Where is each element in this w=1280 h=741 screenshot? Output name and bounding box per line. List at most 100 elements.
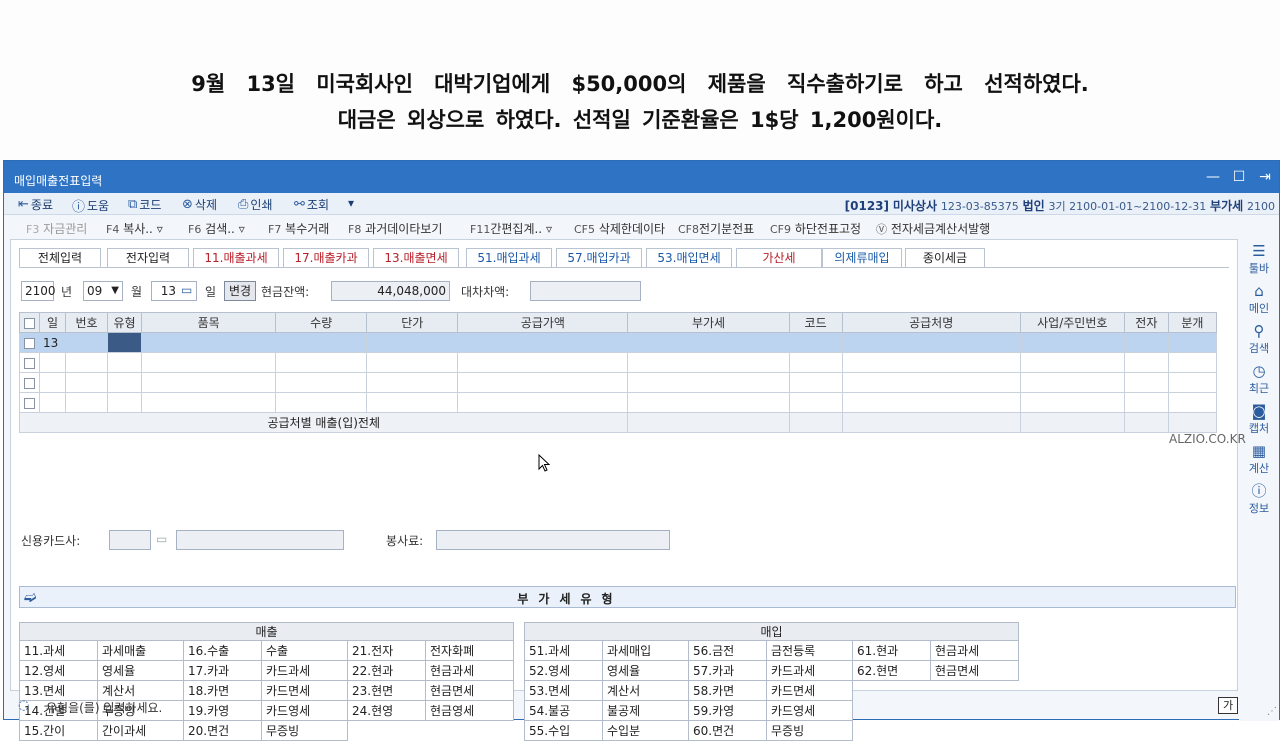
tab-penalty[interactable]: 가산세: [736, 248, 822, 268]
resize-grip-icon[interactable]: ⋰: [1267, 706, 1277, 717]
memo-icon[interactable]: ▭: [156, 532, 167, 546]
camera-icon: ◙: [1251, 402, 1267, 420]
fkey-etax-issue[interactable]: Ⓥ 전자세금계산서발행: [876, 220, 990, 237]
fkey-f3-fund[interactable]: F3 자금관리: [26, 220, 87, 237]
table-row[interactable]: [18, 372, 1218, 393]
chevron-down-icon: ▿: [156, 222, 163, 236]
fkey-cf8-prior[interactable]: CF8전기분전표: [678, 220, 754, 237]
summary-row: 공급처별 매출(입)전체: [18, 412, 1218, 433]
menu-icon: ☰: [1252, 242, 1266, 260]
tab-deemed-purchase[interactable]: 의제류매입: [822, 248, 902, 268]
vat-desc-cell: 영세율: [97, 660, 184, 681]
tab-purchase-exempt[interactable]: 53.매입면세: [646, 248, 732, 268]
vat-desc-cell: 무증빙: [261, 720, 348, 741]
sales-type-row: 12.영세 영세율 17.카과 카드과세 22.현과 현금과세: [19, 660, 515, 681]
mouse-cursor-icon: [538, 454, 550, 472]
chevron-down-icon: ▼: [111, 285, 119, 296]
type-cell[interactable]: [107, 332, 143, 353]
row-checkbox[interactable]: [24, 377, 35, 389]
month-select[interactable]: 09 ▼: [83, 281, 123, 301]
vat-code-cell: 12.영세: [19, 660, 98, 681]
code-icon: ⧉: [128, 197, 138, 212]
fkey-cf9-fix[interactable]: CF9 하단전표고정: [770, 220, 861, 237]
row-checkbox[interactable]: [24, 357, 35, 369]
delete-button[interactable]: ⊗ 삭제: [182, 196, 217, 213]
exit-icon[interactable]: ⇥: [1257, 169, 1273, 185]
sidebar-toolbar[interactable]: ☰ 툴바: [1239, 243, 1279, 276]
minimize-icon[interactable]: —: [1205, 169, 1221, 185]
help-button[interactable]: ⓘ 도움: [72, 196, 109, 215]
card-code-field[interactable]: [109, 530, 151, 550]
vat-desc-cell: 수입분: [602, 720, 689, 741]
ime-indicator: 가: [1218, 697, 1238, 714]
tab-sales-exempt[interactable]: 13.매출면세: [373, 248, 459, 268]
sales-type-row: 15.간이 간이과세 20.면건 무증빙: [19, 720, 514, 741]
more-dropdown[interactable]: ▾: [348, 196, 354, 210]
tab-paper-tax[interactable]: 종이세금: [905, 248, 985, 268]
year-field[interactable]: 2100: [21, 281, 56, 301]
vat-desc-cell: 금전등록: [766, 640, 853, 661]
sidebar-info[interactable]: ⓘ 정보: [1239, 483, 1279, 516]
purchase-type-row: 55.수입 수입분 60.면건 무증빙: [524, 720, 1019, 741]
watermark: ALZIO.CO.KR: [1169, 432, 1246, 446]
sidebar-main[interactable]: ⌂ 메인: [1239, 283, 1279, 316]
vat-code-cell: 20.면건: [183, 720, 262, 741]
sales-type-row: 11.과세 과세매출 16.수출 수출 21.전자 전자화폐: [19, 640, 515, 661]
row-checkbox[interactable]: [24, 337, 35, 349]
vat-code-cell: 56.금전: [688, 640, 767, 661]
purchase-header: 매입: [523, 622, 1020, 641]
vat-type-title: 부가세유형: [517, 592, 623, 606]
card-name-field[interactable]: [176, 530, 344, 550]
fkey-f11-summary[interactable]: F11간편집계.. ▿: [470, 220, 552, 237]
chat-icon: ◌: [18, 698, 30, 713]
question-line-1: 9월 13일 미국회사인 대박기업에게 $50,000의 제품을 직수출하기로 …: [191, 72, 1089, 96]
table-row[interactable]: 13: [18, 332, 1218, 353]
query-button[interactable]: ⚯ 조회: [294, 196, 329, 213]
tab-all[interactable]: 전체입력: [19, 248, 101, 268]
title-bar: 매입매출전표입력 — ☐ ⇥: [4, 161, 1279, 193]
table-row[interactable]: [18, 392, 1218, 413]
difference-field: [530, 281, 641, 301]
sidebar-search[interactable]: ⚲ 검색: [1239, 323, 1279, 356]
print-button[interactable]: ⎙ 인쇄: [238, 196, 273, 213]
day-cell[interactable]: 13: [39, 332, 67, 353]
select-all-checkbox[interactable]: [24, 317, 35, 329]
fkey-f4-copy[interactable]: F4 복사.. ▿: [106, 220, 163, 237]
vat-code-cell: 57.카과: [688, 660, 767, 681]
vat-code-cell: 61.현과: [852, 640, 931, 661]
memo-icon[interactable]: ▭: [181, 283, 192, 297]
vat-desc-cell: 수출: [261, 640, 348, 661]
sidebar-calculator[interactable]: ▦ 계산: [1239, 443, 1279, 476]
company-info: [0123] 미사상사 123-03-85375 법인 3기 2100-01-0…: [844, 199, 1275, 213]
history-icon: ◷: [1252, 362, 1266, 380]
code-button[interactable]: ⧉ 코드: [128, 196, 161, 213]
row-checkbox[interactable]: [24, 397, 35, 409]
vat-code-cell: 16.수출: [183, 640, 262, 661]
tab-purchase-card[interactable]: 57.매입카과: [556, 248, 642, 268]
maximize-icon[interactable]: ☐: [1231, 169, 1247, 185]
vat-desc-cell: 과세매출: [97, 640, 184, 661]
change-button[interactable]: 변경: [224, 281, 256, 301]
purchase-type-row: 52.영세 영세율 57.카과 카드과세 62.현면 현금면세: [524, 660, 1020, 681]
vat-code-cell: 60.면건: [688, 720, 767, 741]
vat-desc-cell: 무증빙: [766, 720, 853, 741]
fkey-f6-search[interactable]: F6 검색.. ▿: [188, 220, 245, 237]
close-button[interactable]: ⇤ 종료: [18, 196, 53, 213]
fkey-cf5-deleted[interactable]: CF5 삭제한데이타: [574, 220, 665, 237]
tab-sales-taxable[interactable]: 11.매출과세: [193, 248, 279, 268]
tab-electronic[interactable]: 전자입력: [107, 248, 189, 268]
table-row[interactable]: [18, 352, 1218, 373]
tab-sales-card[interactable]: 17.매출카과: [283, 248, 369, 268]
vat-desc-cell: 현금과세: [424, 660, 515, 681]
sidebar-recent[interactable]: ◷ 최근: [1239, 363, 1279, 396]
fkey-f8-history[interactable]: F8 과거데이타보기: [348, 220, 442, 237]
search-icon: ⚲: [1253, 322, 1265, 340]
fkey-f7-multi[interactable]: F7 복수거래: [268, 220, 329, 237]
vat-code-cell: 51.과세: [524, 640, 603, 661]
main-toolbar: ⇤ 종료 ⓘ 도움 ⧉ 코드 ⊗ 삭제 ⎙ 인쇄 ⚯ 조회 ▾ [0123] 미사상사 12…: [4, 193, 1279, 215]
sales-type-table: 매출 11.과세 과세매출 16.수출 수출 21.전자 전자화폐 12.영세 영세율 17.카…: [18, 622, 515, 741]
purchase-type-table: 매입 51.과세 과세매입 56.금전 금전등록 61.현과 현금과세 52.영세 영세율 57…: [523, 622, 1020, 741]
vat-code-cell: 15.간이: [19, 720, 98, 741]
service-charge-field[interactable]: [436, 530, 670, 550]
tab-purchase-taxable[interactable]: 51.매입과세: [466, 248, 552, 268]
